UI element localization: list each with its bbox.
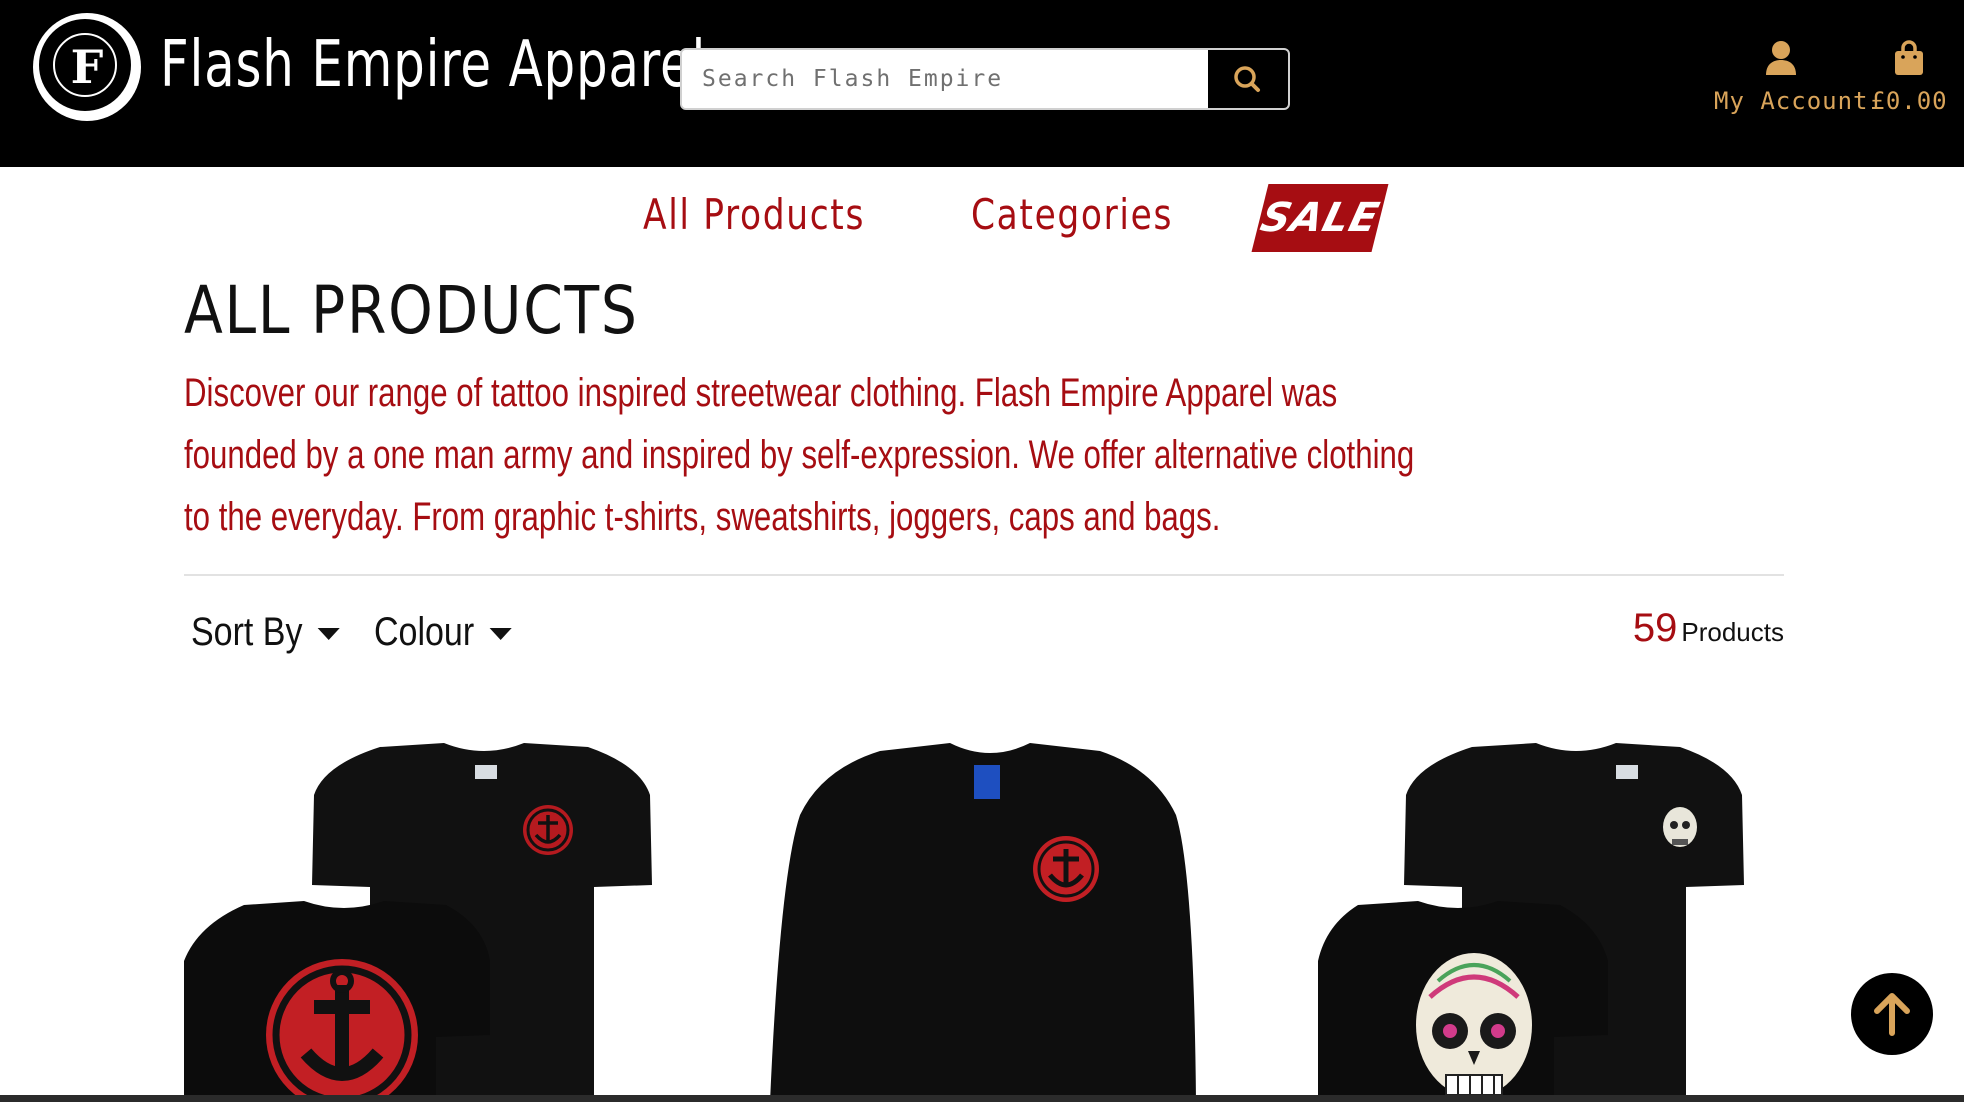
chevron-down-icon [489, 628, 512, 641]
nav-all-products[interactable]: All Products [643, 190, 865, 239]
user-icon [1766, 41, 1796, 75]
product-card[interactable] [1318, 735, 1788, 1102]
product-count: 59 Products [1633, 606, 1784, 651]
brand-name[interactable]: Flash Empire Apparel [160, 28, 706, 102]
logo-letter: F [70, 40, 104, 94]
logo[interactable]: F [33, 13, 141, 121]
product-image [770, 743, 1196, 1102]
scroll-to-top-button[interactable] [1851, 973, 1933, 1055]
colour-label: Colour [374, 610, 475, 654]
search-icon [1234, 66, 1260, 92]
product-image [184, 743, 652, 1107]
colour-dropdown[interactable]: Colour [374, 610, 512, 655]
divider [184, 574, 1784, 576]
search-input[interactable] [682, 50, 1212, 108]
sort-by-dropdown[interactable]: Sort By [191, 610, 340, 655]
sale-label: SALE [1255, 195, 1385, 241]
product-card[interactable] [770, 735, 1210, 1102]
product-count-label: Products [1681, 617, 1784, 647]
search-bar [680, 48, 1290, 110]
nav-categories[interactable]: Categories [971, 190, 1173, 239]
my-account-label: My Account [1714, 87, 1869, 115]
cart-link[interactable]: £0.00 [1868, 40, 1950, 115]
page-intro: Discover our range of tattoo inspired st… [184, 371, 1415, 539]
bag-icon [1895, 40, 1923, 75]
my-account-link[interactable]: My Account [1714, 40, 1869, 115]
search-button[interactable] [1208, 50, 1288, 108]
chevron-down-icon [317, 628, 340, 641]
cart-total: £0.00 [1870, 87, 1948, 115]
nav-sale[interactable]: SALE [1251, 184, 1389, 252]
sort-by-label: Sort By [191, 610, 303, 654]
arrow-up-icon [1874, 993, 1910, 1036]
bottom-bar [0, 1095, 1964, 1102]
product-card[interactable] [184, 735, 664, 1107]
site-header: F Flash Empire Apparel My Account £0.00 [0, 0, 1964, 167]
product-image [1318, 743, 1744, 1102]
product-count-number: 59 [1632, 606, 1678, 650]
page-title: ALL PRODUCTS [184, 272, 639, 349]
